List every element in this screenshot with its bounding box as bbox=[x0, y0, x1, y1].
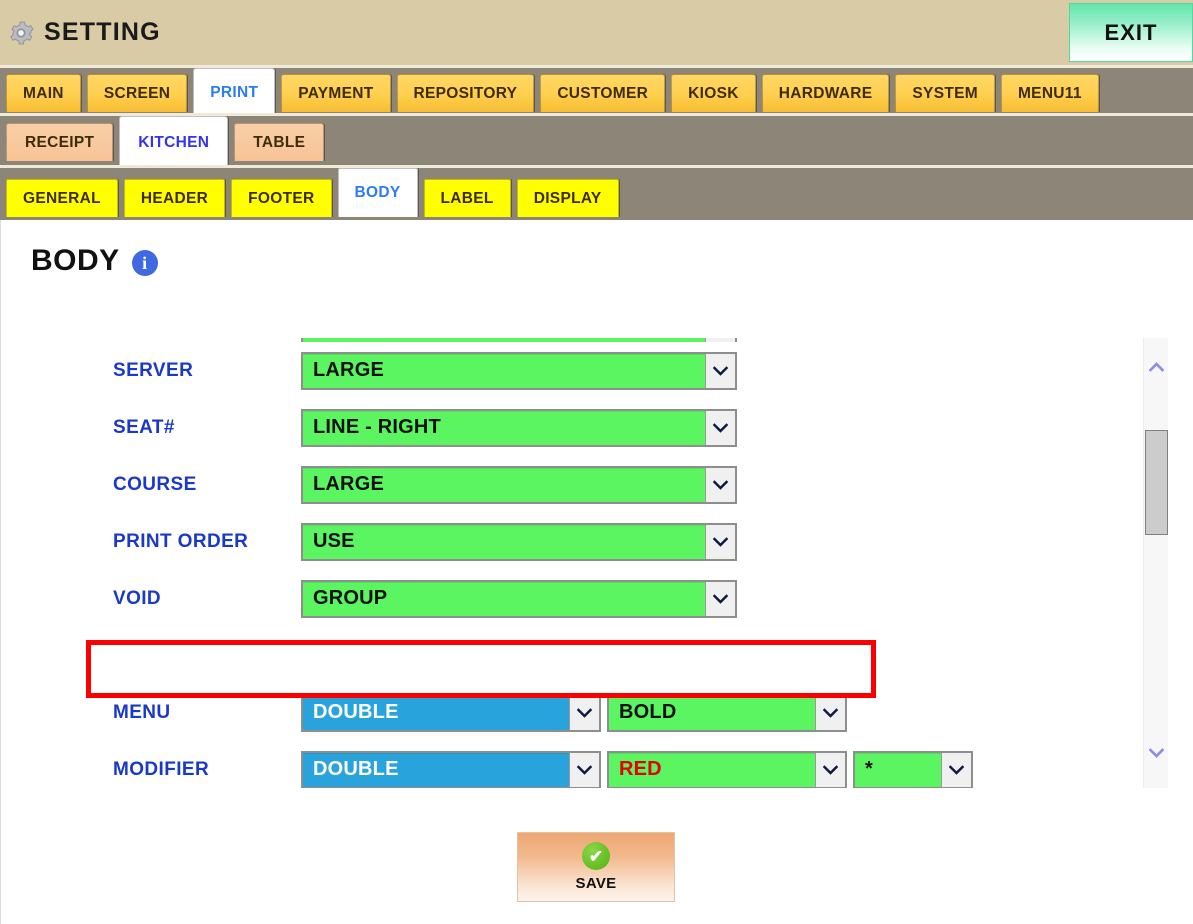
field-controls: LARGE bbox=[301, 465, 737, 504]
field-controls: LINE - RIGHT bbox=[301, 408, 737, 447]
field-controls: LARGE bbox=[301, 351, 737, 390]
dropdown-value: GROUP bbox=[313, 587, 388, 609]
dropdown-menu-1[interactable]: DOUBLE bbox=[301, 693, 601, 732]
field-label: MENU bbox=[113, 701, 171, 723]
chevron-down-icon[interactable] bbox=[815, 695, 845, 730]
dropdown-seat--1[interactable]: LINE - RIGHT bbox=[301, 408, 737, 447]
settings-scroll-viewport: SHOW WITH TIME SERVER LARGE SEAT# LINE - RIG… bbox=[1, 338, 1148, 788]
check-circle-icon: ✔ bbox=[582, 842, 610, 870]
primary-tab-bar: MAIN SCREEN PRINT PAYMENT REPOSITORY CUSTOMER… bbox=[0, 65, 1193, 116]
dropdown-value: DOUBLE bbox=[313, 701, 399, 723]
tab-kitchen[interactable]: KITCHEN bbox=[119, 116, 229, 168]
chevron-down-icon[interactable] bbox=[705, 524, 735, 559]
title-bar: SETTING EXIT bbox=[0, 0, 1193, 65]
dropdown-course-1[interactable]: LARGE bbox=[301, 465, 737, 504]
dropdown-modifier-2[interactable]: RED bbox=[607, 750, 847, 788]
tab-general[interactable]: GENERAL bbox=[6, 179, 118, 217]
field-label: SERVER bbox=[113, 359, 194, 381]
tab-screen[interactable]: SCREEN bbox=[86, 74, 188, 112]
form-row-server: SERVER LARGE bbox=[1, 342, 1148, 399]
dropdown-value: LARGE bbox=[313, 473, 384, 495]
chevron-down-icon[interactable] bbox=[815, 752, 845, 787]
dropdown-modifier-3[interactable]: * bbox=[853, 750, 973, 788]
field-label: VOID bbox=[113, 587, 162, 609]
dropdown-server-1[interactable]: LARGE bbox=[301, 351, 737, 390]
dropdown-value: LARGE bbox=[313, 359, 384, 381]
form-row-print-order: PRINT ORDER USE bbox=[1, 513, 1148, 570]
form-row-modifier: MODIFIER DOUBLE RED * bbox=[1, 741, 1148, 788]
dropdown-value: BOLD bbox=[619, 701, 677, 723]
secondary-tab-bar: RECEIPT KITCHEN TABLE bbox=[0, 113, 1193, 168]
tab-kiosk[interactable]: KIOSK bbox=[671, 74, 756, 112]
tab-table[interactable]: TABLE bbox=[234, 123, 325, 161]
form-row-spacer bbox=[1, 627, 1148, 684]
tab-main[interactable]: MAIN bbox=[6, 74, 81, 112]
chevron-down-icon[interactable] bbox=[569, 695, 599, 730]
tab-receipt[interactable]: RECEIPT bbox=[6, 123, 114, 161]
tab-menu11[interactable]: MENU11 bbox=[1000, 74, 1099, 112]
dropdown-print-order-1[interactable]: USE bbox=[301, 522, 737, 561]
section-title: BODY bbox=[31, 244, 120, 277]
tab-hardware[interactable]: HARDWARE bbox=[761, 74, 890, 112]
scrollbar-thumb[interactable] bbox=[1145, 430, 1168, 535]
save-button[interactable]: ✔ SAVE bbox=[517, 832, 675, 902]
dropdown-value: RED bbox=[619, 758, 662, 780]
chevron-down-icon[interactable] bbox=[941, 752, 971, 787]
page-title: SETTING bbox=[44, 18, 161, 46]
field-label: MODIFIER bbox=[113, 758, 210, 780]
field-controls: DOUBLE RED * bbox=[301, 750, 973, 788]
tab-display[interactable]: DISPLAY bbox=[516, 179, 619, 217]
dropdown-value: USE bbox=[313, 530, 355, 552]
form-row-course: COURSE LARGE bbox=[1, 456, 1148, 513]
field-label: PRINT ORDER bbox=[113, 530, 249, 552]
dropdown-value: * bbox=[865, 758, 873, 780]
chevron-down-icon[interactable] bbox=[569, 752, 599, 787]
dropdown-modifier-1[interactable]: DOUBLE bbox=[301, 750, 601, 788]
chevron-down-icon[interactable] bbox=[705, 353, 735, 388]
tab-customer[interactable]: CUSTOMER bbox=[540, 74, 666, 112]
field-label: COURSE bbox=[113, 473, 197, 495]
dropdown-value: SHOW WITH TIME bbox=[303, 338, 705, 339]
vertical-scrollbar[interactable] bbox=[1143, 338, 1168, 788]
tab-footer[interactable]: FOOTER bbox=[231, 179, 332, 217]
dropdown-menu-2[interactable]: BOLD bbox=[607, 693, 847, 732]
dropdown-value: DOUBLE bbox=[313, 758, 399, 780]
tab-body[interactable]: BODY bbox=[337, 168, 418, 217]
tab-label[interactable]: LABEL bbox=[423, 179, 511, 217]
form-row-seat-: SEAT# LINE - RIGHT bbox=[1, 399, 1148, 456]
tab-print[interactable]: PRINT bbox=[193, 68, 276, 116]
chevron-down-icon[interactable] bbox=[705, 410, 735, 445]
tertiary-tab-bar: GENERAL HEADER FOOTER BODY LABEL DISPLAY bbox=[0, 165, 1193, 220]
field-controls: GROUP bbox=[301, 579, 737, 618]
chevron-down-icon[interactable] bbox=[1144, 740, 1169, 766]
chevron-down-icon[interactable] bbox=[705, 581, 735, 616]
tab-header[interactable]: HEADER bbox=[123, 179, 226, 217]
form-row-menu: MENU DOUBLE BOLD bbox=[1, 684, 1148, 741]
settings-window: SETTING EXIT MAIN SCREEN PRINT PAYMENT REPOS… bbox=[0, 0, 1193, 924]
settings-form: SHOW WITH TIME SERVER LARGE SEAT# LINE - RIG… bbox=[1, 338, 1148, 788]
field-controls: USE bbox=[301, 522, 737, 561]
dropdown-void-1[interactable]: GROUP bbox=[301, 579, 737, 618]
tab-repository[interactable]: REPOSITORY bbox=[396, 74, 535, 112]
page-header: BODY i bbox=[1, 220, 1193, 278]
save-button-label: SAVE bbox=[575, 875, 617, 892]
chevron-down-icon[interactable] bbox=[705, 467, 735, 502]
exit-button[interactable]: EXIT bbox=[1069, 3, 1193, 62]
field-controls: DOUBLE BOLD bbox=[301, 693, 847, 732]
form-row-void: VOID GROUP bbox=[1, 570, 1148, 627]
chevron-up-icon[interactable] bbox=[1144, 354, 1169, 380]
info-icon[interactable]: i bbox=[131, 250, 158, 276]
gear-icon bbox=[6, 18, 36, 48]
tab-system[interactable]: SYSTEM bbox=[895, 74, 995, 112]
tab-payment[interactable]: PAYMENT bbox=[281, 74, 391, 112]
page-content: BODY i SHOW WITH TIME SERVER LARGE SEAT# LIN… bbox=[0, 220, 1193, 924]
dropdown-value: LINE - RIGHT bbox=[313, 416, 441, 438]
field-label: SEAT# bbox=[113, 416, 175, 438]
